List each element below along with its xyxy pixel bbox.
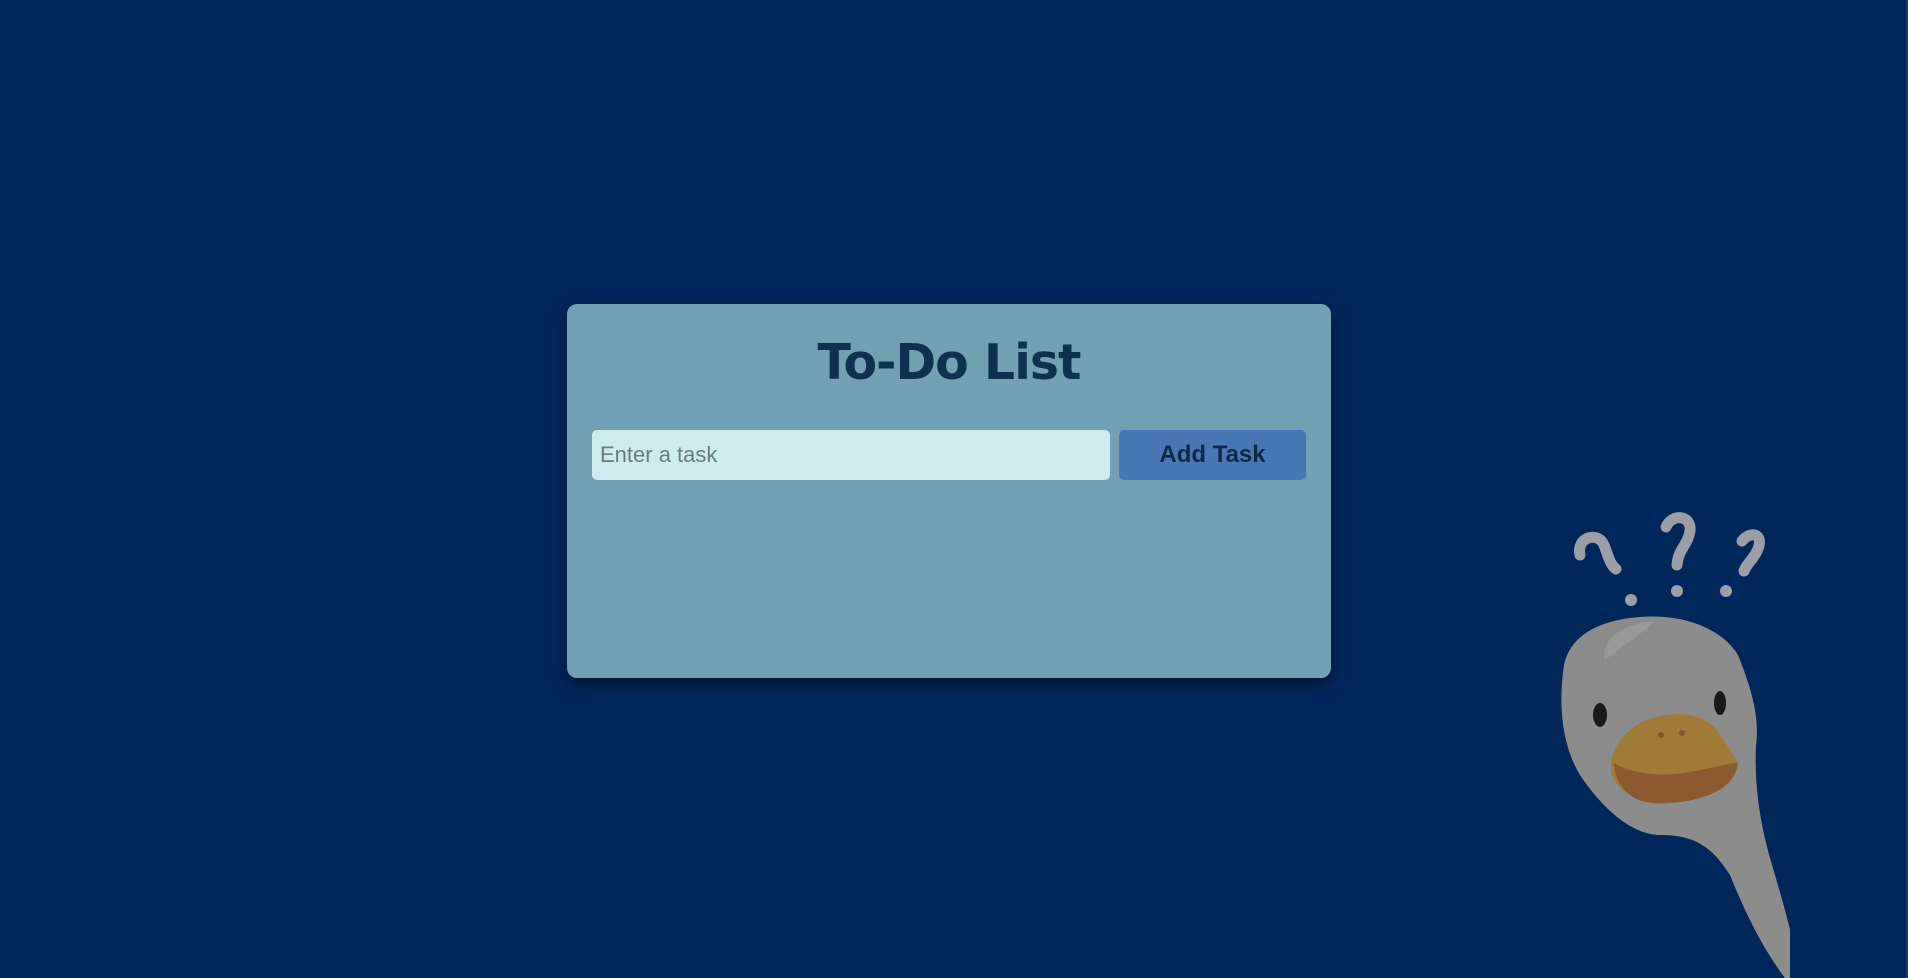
page-title: To-Do List: [817, 334, 1082, 391]
question-marks-icon: [1574, 512, 1765, 577]
confused-goose-icon: [1561, 512, 1790, 978]
task-input[interactable]: [592, 430, 1110, 480]
add-task-button[interactable]: Add Task: [1119, 430, 1306, 480]
todo-card: To-Do List Add Task: [567, 304, 1331, 678]
task-list: [592, 500, 1306, 650]
page: { "app": { "title": "To-Do List" }, "tas…: [0, 0, 1908, 978]
